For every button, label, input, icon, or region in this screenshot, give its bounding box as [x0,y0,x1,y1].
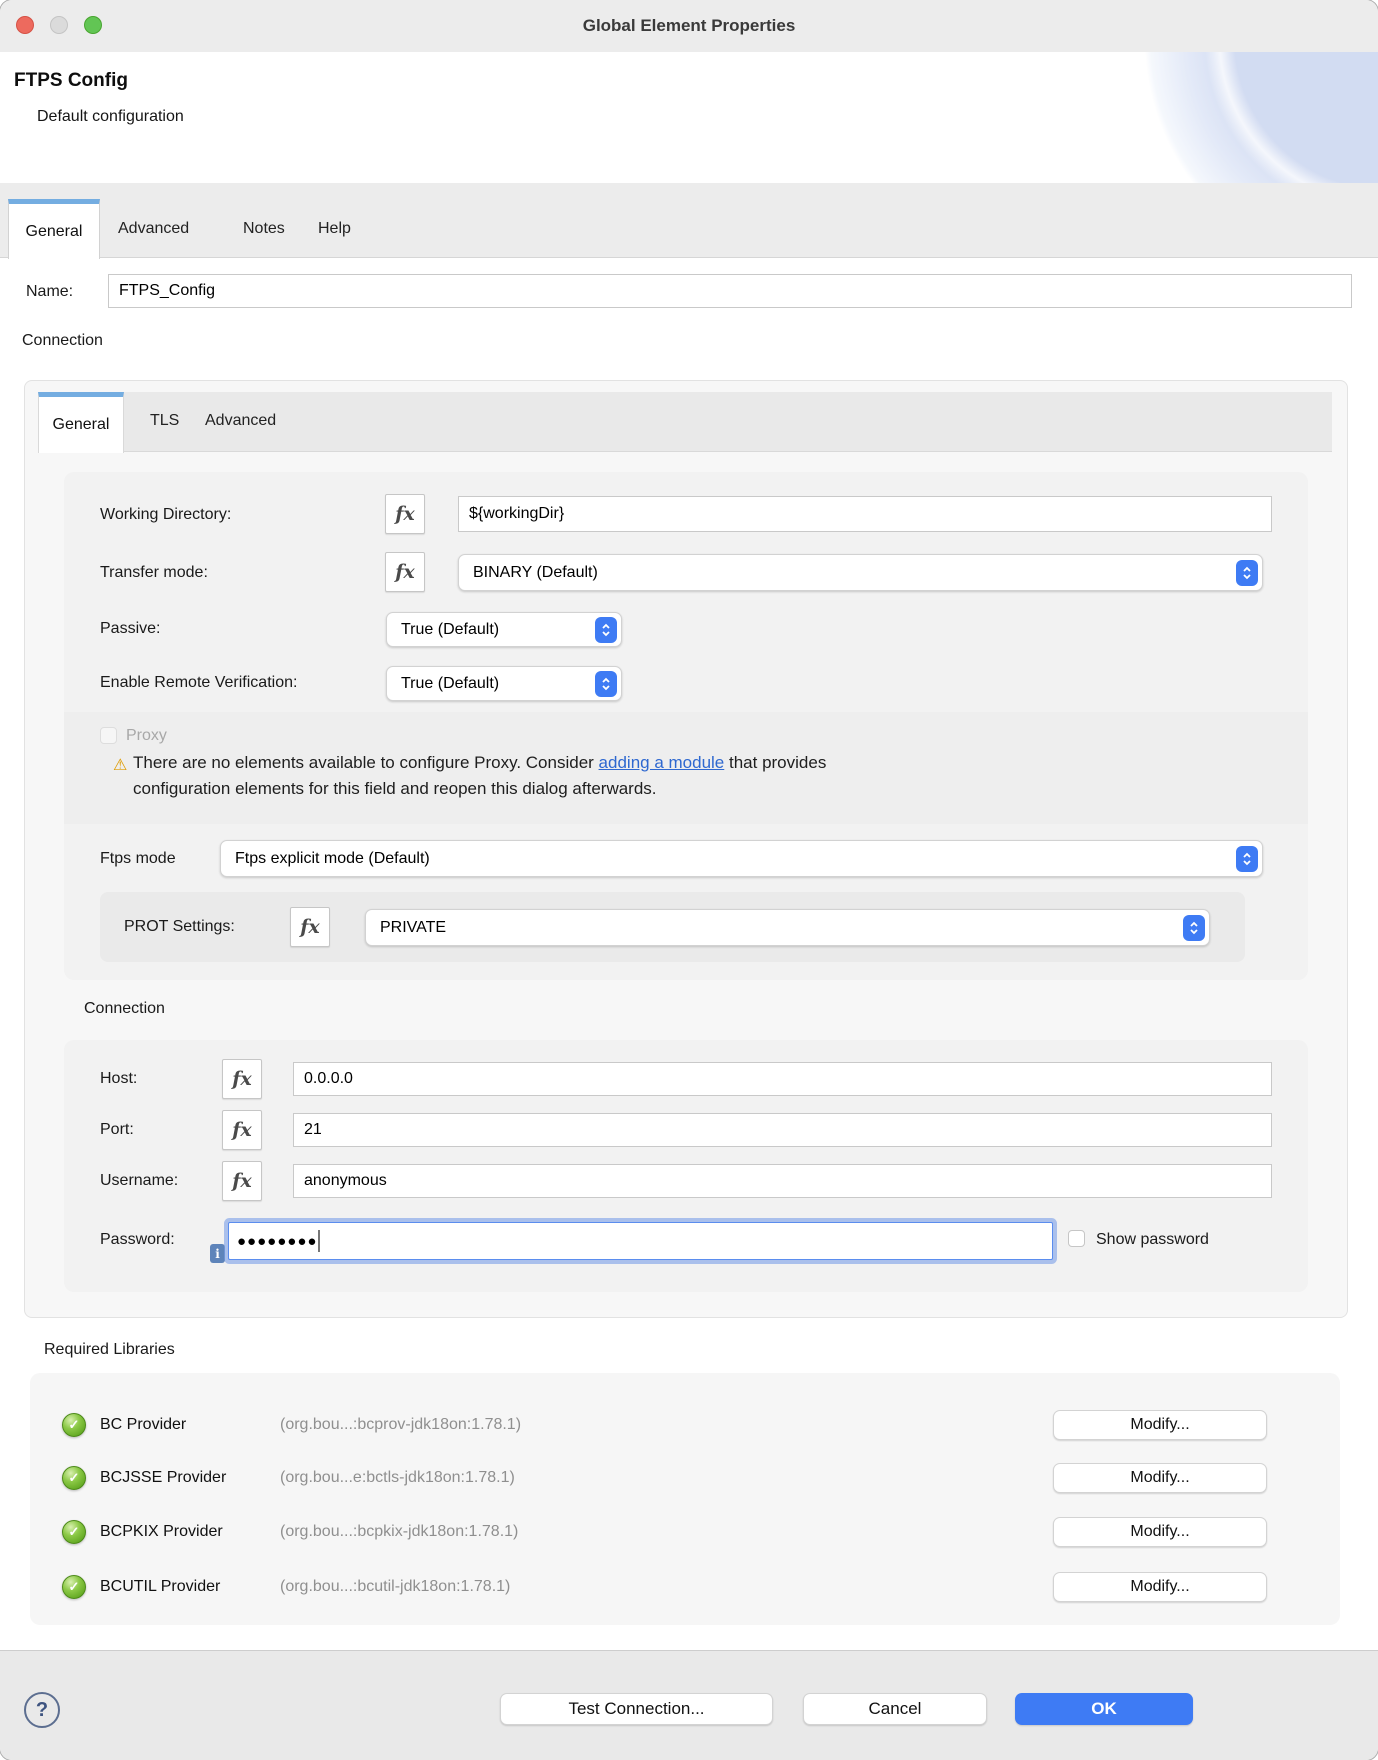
enable-remote-verification-label: Enable Remote Verification: [100,674,297,692]
prot-settings-expression-button[interactable]: fx [290,907,330,947]
enable-remote-verification-value: True (Default) [401,675,499,693]
stepper-icon [595,671,617,697]
library-status-check-icon: ✓ [62,1413,86,1437]
working-directory-input[interactable]: ${workingDir} [458,496,1272,532]
name-input[interactable]: FTPS_Config [108,274,1352,308]
name-label: Name: [26,283,73,301]
transfer-mode-select[interactable]: BINARY (Default) [458,554,1263,591]
modify-bcpkix-provider-button[interactable]: Modify... [1053,1517,1267,1547]
host-input[interactable]: 0.0.0.0 [293,1062,1272,1096]
library-version: (org.bou...e:bctls-jdk18on:1.78.1) [280,1469,515,1487]
ok-button[interactable]: OK [1015,1693,1193,1725]
ftps-mode-label: Ftps mode [100,850,176,868]
stepper-icon [595,617,617,643]
passive-label: Passive: [100,620,160,638]
ftps-mode-select[interactable]: Ftps explicit mode (Default) [220,840,1263,877]
username-label: Username: [100,1172,178,1190]
proxy-warning-text: There are no elements available to confi… [133,750,1213,802]
host-label: Host: [100,1070,137,1088]
port-label: Port: [100,1121,134,1139]
library-status-check-icon: ✓ [62,1466,86,1490]
username-expression-button[interactable]: fx [222,1161,262,1201]
password-label: Password: [100,1231,175,1249]
text-cursor [318,1230,320,1252]
cancel-button[interactable]: Cancel [803,1693,987,1725]
connection-tab-general[interactable]: General [38,392,124,453]
transfer-mode-expression-button[interactable]: fx [385,552,425,592]
connection-section-label: Connection [22,332,103,350]
warning-text-line2: configuration elements for this field an… [133,779,657,798]
dialog-banner: FTPS Config Default configuration [0,52,1378,184]
zoom-window-button[interactable] [84,16,102,34]
connection-tab-advanced[interactable]: Advanced [205,412,276,430]
prot-settings-select[interactable]: PRIVATE [365,909,1210,946]
port-input[interactable]: 21 [293,1113,1272,1147]
proxy-checkbox [100,727,117,744]
help-button[interactable]: ? [24,1692,60,1728]
tab-help[interactable]: Help [318,220,351,238]
close-window-button[interactable] [16,16,34,34]
global-element-properties-dialog: Global Element Properties FTPS Config De… [0,0,1378,1760]
required-libraries-label: Required Libraries [44,1341,175,1359]
prot-settings-label: PROT Settings: [124,918,235,936]
modify-bc-provider-button[interactable]: Modify... [1053,1410,1267,1440]
config-title: FTPS Config [14,70,128,92]
library-version: (org.bou...:bcpkix-jdk18on:1.78.1) [280,1523,518,1541]
adding-a-module-link[interactable]: adding a module [599,753,725,772]
port-expression-button[interactable]: fx [222,1110,262,1150]
enable-remote-verification-select[interactable]: True (Default) [386,666,622,701]
working-directory-label: Working Directory: [100,506,231,524]
passive-select[interactable]: True (Default) [386,612,622,647]
test-connection-button[interactable]: Test Connection... [500,1693,773,1725]
prot-settings-value: PRIVATE [380,919,446,937]
library-version: (org.bou...:bcutil-jdk18on:1.78.1) [280,1578,510,1596]
modify-bcjsse-provider-button[interactable]: Modify... [1053,1463,1267,1493]
main-tab-bar: General Advanced Notes Help [0,183,1378,258]
transfer-mode-value: BINARY (Default) [473,564,598,582]
library-status-check-icon: ✓ [62,1575,86,1599]
ftps-mode-value: Ftps explicit mode (Default) [235,850,430,868]
connection-tab-tls[interactable]: TLS [150,412,179,430]
library-name: BCPKIX Provider [100,1523,223,1541]
warning-text-before: There are no elements available to confi… [133,753,599,772]
warning-icon: ⚠ [113,758,127,774]
modify-bcutil-provider-button[interactable]: Modify... [1053,1572,1267,1602]
username-input[interactable]: anonymous [293,1164,1272,1198]
password-masked-value: ●●●●●●●● [237,1233,317,1250]
config-subtitle: Default configuration [37,108,184,126]
host-expression-button[interactable]: fx [222,1059,262,1099]
banner-decoration [1048,52,1378,183]
library-status-check-icon: ✓ [62,1520,86,1544]
minimize-window-button[interactable] [50,16,68,34]
library-version: (org.bou...:bcprov-jdk18on:1.78.1) [280,1416,521,1434]
show-password-label: Show password [1096,1231,1209,1249]
library-name: BC Provider [100,1416,186,1434]
tab-advanced[interactable]: Advanced [118,220,189,238]
stepper-icon [1236,560,1258,586]
passive-value: True (Default) [401,621,499,639]
info-icon: i [210,1244,225,1263]
password-input[interactable]: ●●●●●●●● [228,1222,1053,1260]
proxy-label: Proxy [126,727,167,745]
show-password-checkbox[interactable] [1068,1230,1085,1247]
tab-general[interactable]: General [8,199,100,259]
window-title: Global Element Properties [583,16,796,36]
title-bar: Global Element Properties [0,0,1378,53]
warning-text-after: that provides [724,753,826,772]
library-name: BCUTIL Provider [100,1578,220,1596]
transfer-mode-label: Transfer mode: [100,564,208,582]
library-name: BCJSSE Provider [100,1469,226,1487]
connection-subsection-label: Connection [84,1000,165,1018]
tab-notes[interactable]: Notes [243,220,285,238]
stepper-icon [1236,846,1258,872]
stepper-icon [1183,915,1205,941]
working-directory-expression-button[interactable]: fx [385,494,425,534]
